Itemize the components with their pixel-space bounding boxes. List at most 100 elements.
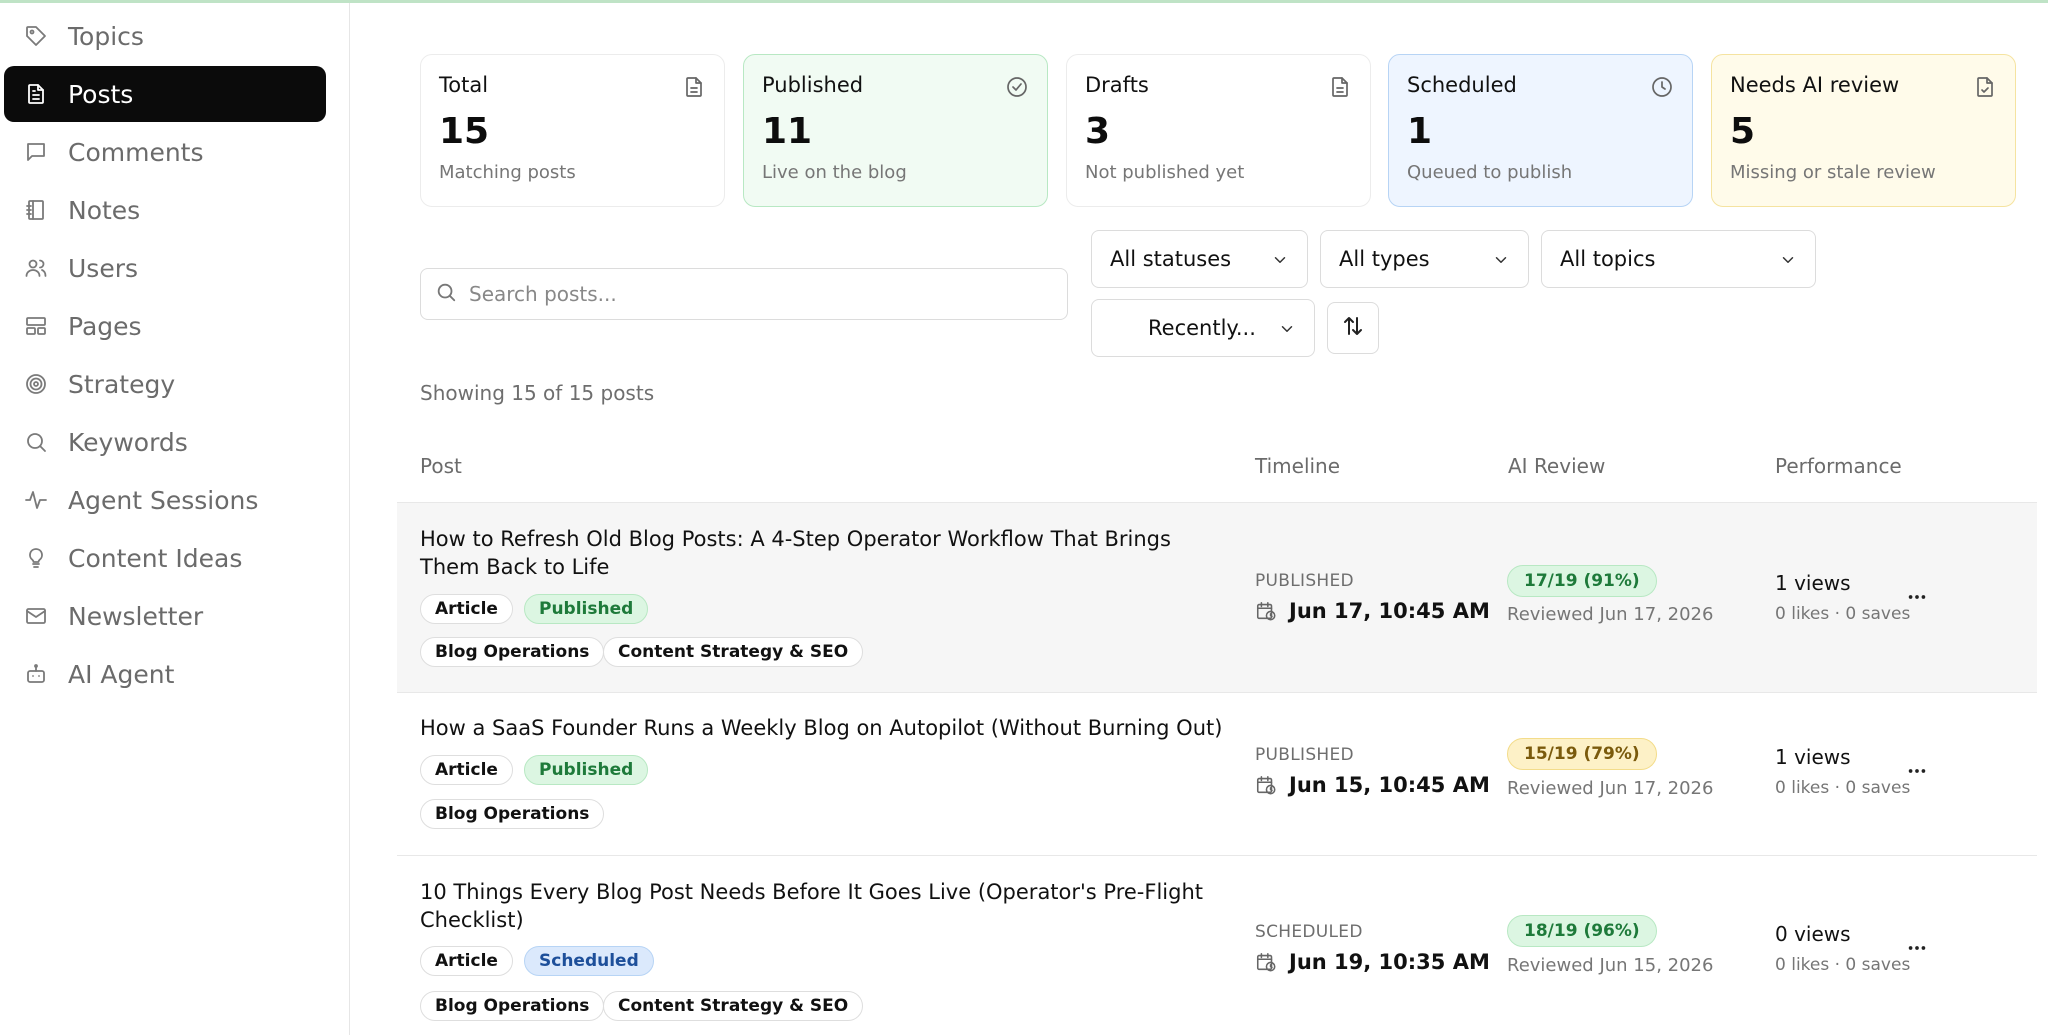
- sidebar-item-comments[interactable]: Comments: [4, 124, 326, 180]
- bot-icon: [22, 660, 50, 688]
- status-filter-select[interactable]: All statuses: [1091, 230, 1308, 288]
- sort-select[interactable]: Recently...: [1091, 299, 1315, 357]
- status-badge: Scheduled: [524, 946, 654, 976]
- column-header-ai-review: AI Review: [1508, 454, 1606, 478]
- document-icon: [22, 80, 50, 108]
- post-title[interactable]: How a SaaS Founder Runs a Weekly Blog on…: [420, 714, 1260, 742]
- timeline-label: PUBLISHED: [1255, 571, 1354, 591]
- reviewed-date: Reviewed Jun 15, 2026: [1507, 955, 1714, 976]
- row-actions-button[interactable]: [1901, 581, 1933, 613]
- post-title[interactable]: 10 Things Every Blog Post Needs Before I…: [420, 878, 1220, 934]
- stat-value: 15: [439, 111, 490, 152]
- type-filter-select[interactable]: All types: [1320, 230, 1529, 288]
- file-check-icon: [1973, 75, 1997, 99]
- timeline-date-text: Jun 19, 10:35 AM: [1289, 950, 1490, 974]
- timeline-date: Jun 15, 10:45 AM: [1255, 773, 1490, 797]
- more-horizontal-icon: [1908, 769, 1926, 773]
- topic-filter-select[interactable]: All topics: [1541, 230, 1816, 288]
- topic-badge: Content Strategy & SEO: [603, 991, 864, 1021]
- stat-title: Needs AI review: [1730, 73, 1900, 97]
- calendar-clock-icon: [1256, 601, 1276, 621]
- stat-card-needs-ai-review: Needs AI review 5 Missing or stale revie…: [1711, 54, 2016, 207]
- engagement-stats: 0 likes · 0 saves: [1775, 778, 1911, 798]
- activity-icon: [22, 486, 50, 514]
- more-horizontal-icon: [1908, 946, 1926, 950]
- sidebar-item-newsletter[interactable]: Newsletter: [4, 588, 326, 644]
- sidebar-item-keywords[interactable]: Keywords: [4, 414, 326, 470]
- sidebar: Topics Posts Comments Notes Users Pages …: [0, 3, 350, 1035]
- sidebar-item-pages[interactable]: Pages: [4, 298, 326, 354]
- chevron-down-icon: [1271, 250, 1289, 268]
- stat-value: 11: [762, 111, 813, 152]
- comment-icon: [22, 138, 50, 166]
- stat-subtitle: Queued to publish: [1407, 162, 1573, 183]
- topic-badge: Blog Operations: [420, 799, 605, 829]
- timeline-date: Jun 17, 10:45 AM: [1255, 599, 1490, 623]
- status-badge: Published: [524, 755, 649, 785]
- views-count: 1 views: [1775, 745, 1851, 769]
- table-row[interactable]: How to Refresh Old Blog Posts: A 4-Step …: [397, 502, 2037, 692]
- sidebar-item-agent-sessions[interactable]: Agent Sessions: [4, 472, 326, 528]
- topic-badge: Content Strategy & SEO: [603, 637, 864, 667]
- table-row[interactable]: 10 Things Every Blog Post Needs Before I…: [397, 855, 2037, 1035]
- results-count: Showing 15 of 15 posts: [420, 381, 655, 405]
- column-header-timeline: Timeline: [1255, 454, 1341, 478]
- stat-card-total: Total 15 Matching posts: [420, 54, 725, 207]
- sidebar-item-strategy[interactable]: Strategy: [4, 356, 326, 412]
- row-actions-button[interactable]: [1901, 755, 1933, 787]
- topic-badge: Blog Operations: [420, 991, 605, 1021]
- sidebar-item-label: Topics: [68, 21, 144, 51]
- stat-subtitle: Missing or stale review: [1730, 162, 1936, 183]
- sidebar-item-content-ideas[interactable]: Content Ideas: [4, 530, 326, 586]
- stat-card-scheduled: Scheduled 1 Queued to publish: [1388, 54, 1693, 207]
- sort-arrows-icon: [1341, 314, 1365, 342]
- search-input[interactable]: [469, 282, 1049, 306]
- search-box: [420, 268, 1068, 320]
- mail-icon: [22, 602, 50, 630]
- post-type-badge: Article: [420, 946, 513, 976]
- timeline-label: SCHEDULED: [1255, 922, 1363, 942]
- engagement-stats: 0 likes · 0 saves: [1775, 955, 1911, 975]
- calendar-clock-icon: [1256, 952, 1276, 972]
- sidebar-item-users[interactable]: Users: [4, 240, 326, 296]
- type-filter-value: All types: [1339, 247, 1430, 271]
- calendar-clock-icon: [1256, 775, 1276, 795]
- stat-title: Drafts: [1085, 73, 1149, 97]
- sidebar-item-label: Keywords: [68, 427, 188, 457]
- post-title[interactable]: How to Refresh Old Blog Posts: A 4-Step …: [420, 525, 1220, 581]
- engagement-stats: 0 likes · 0 saves: [1775, 604, 1911, 624]
- stat-title: Published: [762, 73, 864, 97]
- stat-subtitle: Live on the blog: [762, 162, 907, 183]
- sidebar-item-notes[interactable]: Notes: [4, 182, 326, 238]
- chevron-down-icon: [1779, 250, 1797, 268]
- topic-filter-value: All topics: [1560, 247, 1656, 271]
- sort-direction-button[interactable]: [1327, 302, 1379, 354]
- document-icon: [1328, 75, 1352, 99]
- topic-badge: Blog Operations: [420, 637, 605, 667]
- timeline-date-text: Jun 15, 10:45 AM: [1289, 773, 1490, 797]
- status-filter-value: All statuses: [1110, 247, 1232, 271]
- reviewed-date: Reviewed Jun 17, 2026: [1507, 778, 1714, 799]
- sidebar-item-label: Newsletter: [68, 601, 204, 631]
- search-icon: [22, 428, 50, 456]
- stat-title: Scheduled: [1407, 73, 1517, 97]
- sidebar-item-label: Strategy: [68, 369, 176, 399]
- views-count: 1 views: [1775, 571, 1851, 595]
- target-icon: [22, 370, 50, 398]
- document-icon: [682, 75, 706, 99]
- timeline-date-text: Jun 17, 10:45 AM: [1289, 599, 1490, 623]
- ai-review-score: 17/19 (91%): [1507, 565, 1657, 597]
- row-actions-button[interactable]: [1901, 932, 1933, 964]
- column-header-post: Post: [420, 454, 462, 478]
- table-row[interactable]: How a SaaS Founder Runs a Weekly Blog on…: [397, 692, 2037, 855]
- sidebar-item-ai-agent[interactable]: AI Agent: [4, 646, 326, 702]
- chevron-down-icon: [1278, 319, 1296, 337]
- post-type-badge: Article: [420, 755, 513, 785]
- sidebar-item-label: Posts: [68, 79, 134, 109]
- stat-subtitle: Not published yet: [1085, 162, 1245, 183]
- column-header-performance: Performance: [1775, 454, 1902, 478]
- ai-review-score: 15/19 (79%): [1507, 738, 1657, 770]
- sidebar-item-topics[interactable]: Topics: [4, 8, 326, 64]
- sidebar-item-posts[interactable]: Posts: [4, 66, 326, 122]
- tag-icon: [22, 22, 50, 50]
